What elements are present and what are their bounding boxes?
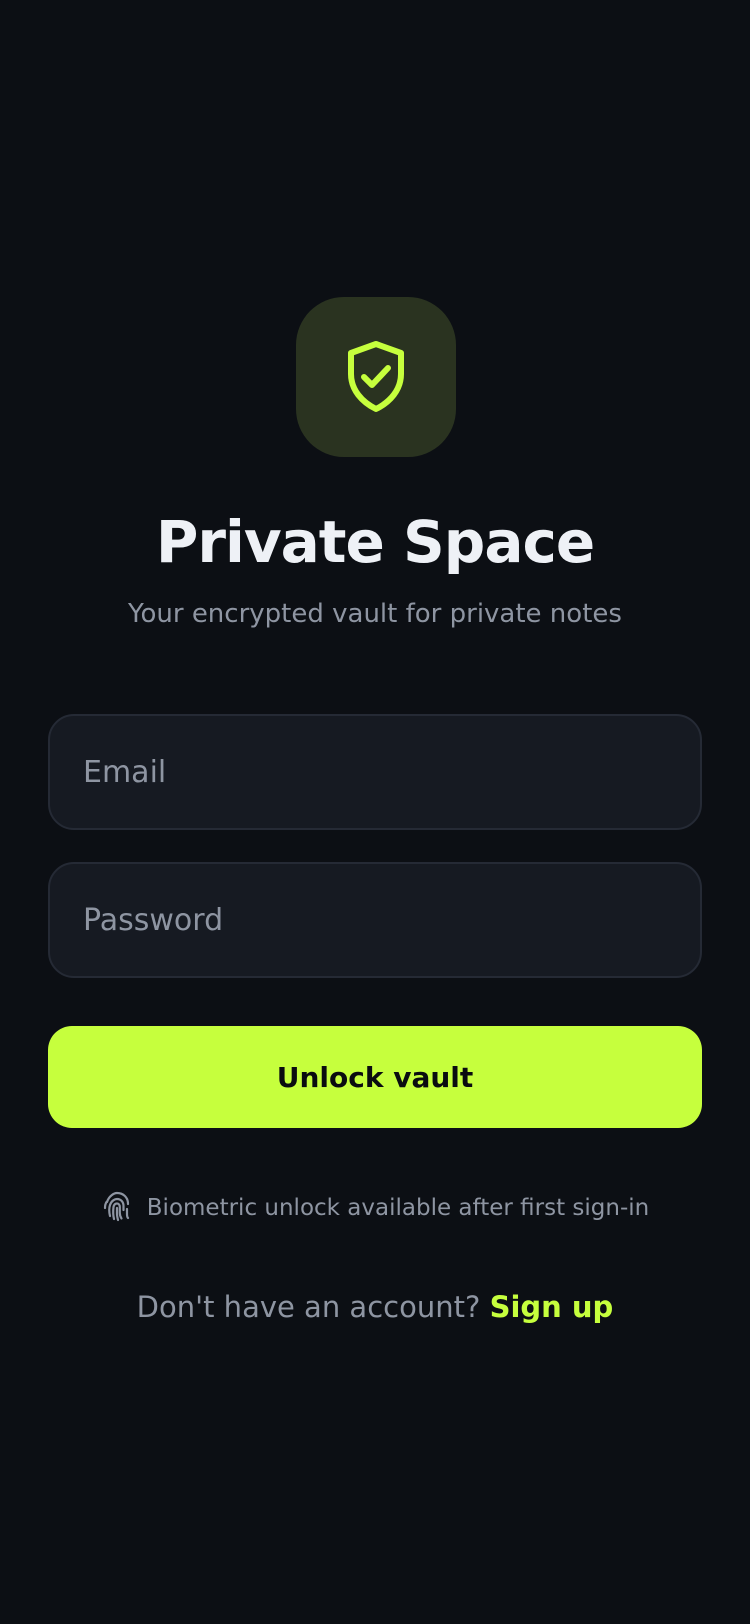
signup-prompt: Don't have an account? (136, 1290, 481, 1324)
email-field[interactable] (50, 716, 700, 828)
biometric-hint-text: Biometric unlock available after first s… (146, 1195, 650, 1221)
biometric-hint: Biometric unlock available after first s… (0, 1188, 750, 1228)
fingerprint-icon (101, 1190, 133, 1226)
page-subtitle: Your encrypted vault for private notes (128, 599, 622, 629)
signup-link[interactable]: Sign up (490, 1290, 614, 1324)
password-field-container (48, 862, 702, 978)
shield-check-icon (345, 340, 407, 414)
page-title: Private Space (155, 508, 595, 576)
email-field-container (48, 714, 702, 830)
login-screen: Private Space Your encrypted vault for p… (0, 0, 750, 1624)
app-logo (296, 297, 456, 457)
unlock-vault-button[interactable]: Unlock vault (48, 1026, 702, 1128)
signup-row: Don't have an account? Sign up (0, 1287, 750, 1327)
password-field[interactable] (50, 864, 700, 976)
